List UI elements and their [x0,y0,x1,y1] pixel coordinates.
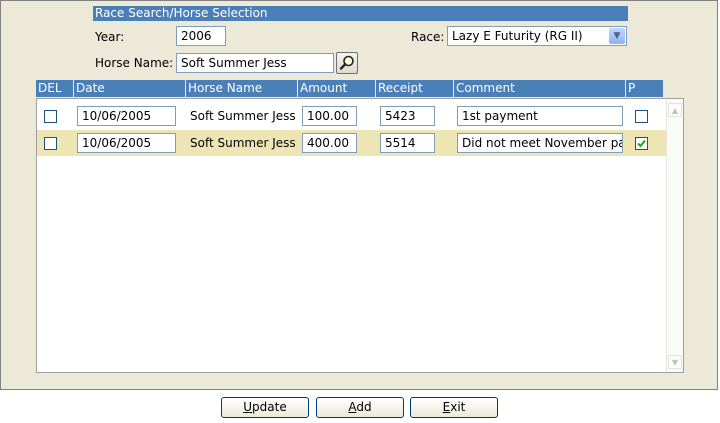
year-label: Year: [95,30,125,44]
paid-checkbox[interactable] [635,110,648,123]
date-input[interactable]: 10/06/2005 [77,133,176,153]
check-icon [637,139,646,148]
search-icon [339,55,354,70]
paid-checkbox[interactable] [635,137,648,150]
column-header-paid: P [626,80,663,97]
column-header-date: Date [74,80,185,97]
main-panel: Race Search/Horse Selection Year: 2006 R… [0,0,718,390]
search-button[interactable] [336,52,358,74]
amount-input[interactable]: 100.00 [302,106,357,126]
column-header-comment: Comment [454,80,625,97]
column-header-del: DEL [36,80,73,97]
chevron-down-icon[interactable]: ▼ [668,355,682,369]
delete-checkbox[interactable] [44,110,57,123]
race-select[interactable]: Lazy E Futurity (RG II) ▼ [447,26,627,46]
chevron-down-icon[interactable]: ▼ [609,28,625,44]
column-header-horse-name: Horse Name [186,80,297,97]
update-button[interactable]: Update [221,397,309,418]
race-select-value: Lazy E Futurity (RG II) [452,29,583,43]
add-button[interactable]: Add [316,397,404,418]
amount-input[interactable]: 400.00 [302,133,357,153]
date-input[interactable]: 10/06/2005 [77,106,176,126]
vertical-scrollbar[interactable]: ▲ ▼ [666,99,683,372]
receipt-input[interactable]: 5514 [380,133,435,153]
section-title: Race Search/Horse Selection [93,6,628,21]
table-row: 10/06/2005 Soft Summer Jess 100.00 5423 … [37,103,669,129]
horse-name-cell: Soft Summer Jess [190,136,296,150]
comment-input[interactable]: 1st payment [457,106,623,126]
payments-grid: 10/06/2005 Soft Summer Jess 100.00 5423 … [36,98,684,373]
horse-name-label: Horse Name: [95,56,174,70]
column-header-amount: Amount [298,80,375,97]
comment-input[interactable]: Did not meet November paym [457,133,623,153]
table-row: 10/06/2005 Soft Summer Jess 400.00 5514 … [37,130,669,156]
chevron-up-icon[interactable]: ▲ [668,103,682,117]
horse-name-cell: Soft Summer Jess [190,109,296,123]
horse-name-input[interactable]: Soft Summer Jess [176,53,334,73]
exit-button[interactable]: Exit [410,397,498,418]
race-label: Race: [411,30,445,44]
year-input[interactable]: 2006 [176,26,226,46]
receipt-input[interactable]: 5423 [380,106,435,126]
column-header-receipt: Receipt [376,80,453,97]
delete-checkbox[interactable] [44,137,57,150]
